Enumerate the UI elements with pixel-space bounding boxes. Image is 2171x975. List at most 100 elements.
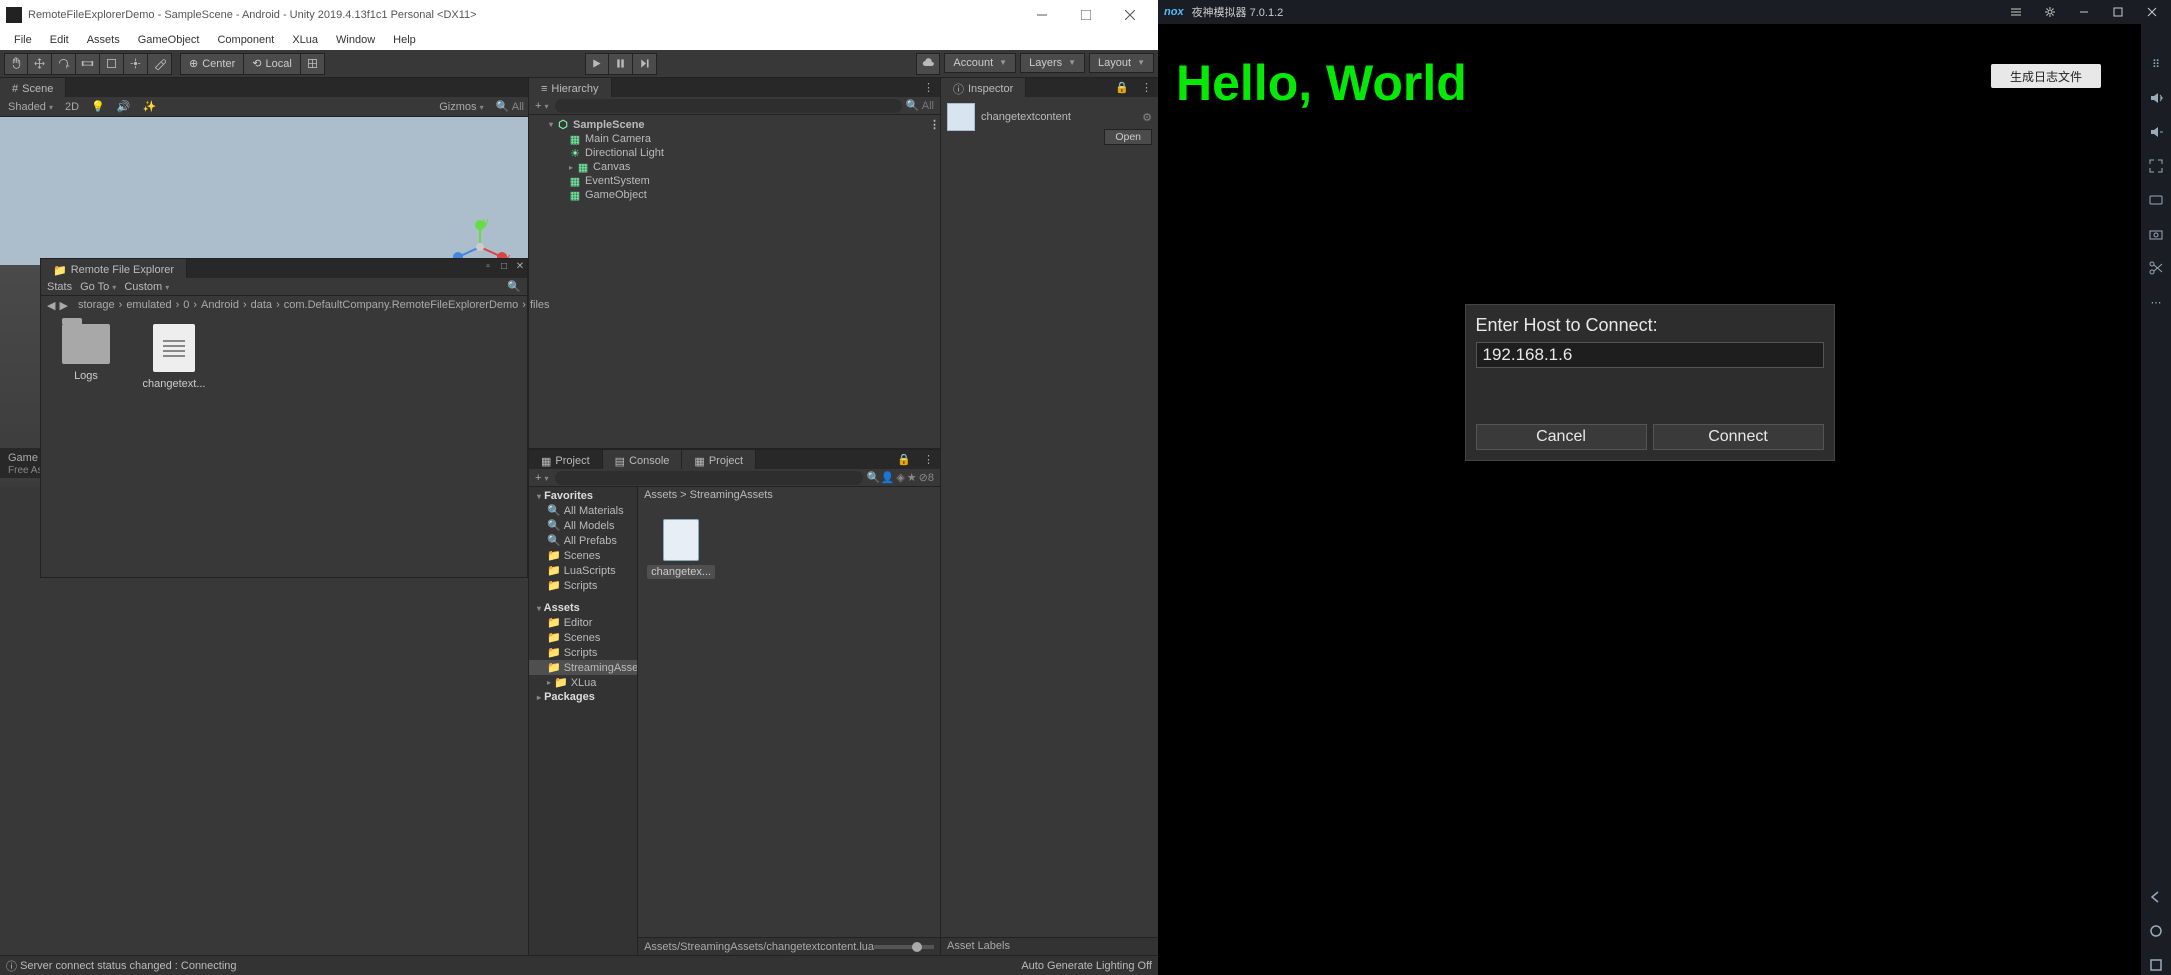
volume-down-icon[interactable] [2146,122,2166,142]
rect-tool[interactable] [100,53,124,75]
tab-rfe[interactable]: 📁 Remote File Explorer [41,259,187,278]
drag-icon[interactable]: ⠿ [2146,54,2166,74]
pivot-center[interactable]: ⊕Center [180,53,244,75]
layers-dropdown[interactable]: Layers▼ [1020,53,1085,73]
scissors-icon[interactable] [2146,258,2166,278]
scene-menu-icon[interactable]: ⋮ [929,118,940,131]
menu-window[interactable]: Window [328,32,383,48]
tab-project2[interactable]: ▦ Project [682,450,756,469]
menu-component[interactable]: Component [209,32,282,48]
grid-snap[interactable] [301,53,325,75]
play-button[interactable] [585,53,609,75]
tree-item[interactable]: 🔍 All Models [529,518,637,533]
account-dropdown[interactable]: Account▼ [944,53,1016,73]
project-breadcrumb[interactable]: Assets > StreamingAssets [638,487,940,505]
tree-item-selected[interactable]: 📁 StreamingAssets [529,660,637,675]
close-button[interactable] [1108,0,1152,30]
hierarchy-item[interactable]: ▸▦Canvas [529,160,940,174]
filter-type-icon[interactable]: ◈ [896,471,904,484]
lighting-status[interactable]: Auto Generate Lighting Off [1021,960,1152,972]
fullscreen-icon[interactable] [2146,156,2166,176]
tree-item[interactable]: 📁 Scripts [529,645,637,660]
packages-header[interactable]: ▸ Packages [529,690,637,704]
emulator-screen[interactable]: Hello, World 生成日志文件 Enter Host to Connec… [1158,24,2141,975]
transform-tool[interactable] [124,53,148,75]
tab-scene[interactable]: # Scene [0,78,66,97]
step-button[interactable] [633,53,657,75]
layout-dropdown[interactable]: Layout▼ [1089,53,1154,73]
rfe-dock-icon[interactable]: ▫ [481,259,495,273]
hierarchy-search[interactable] [555,99,902,113]
crumb[interactable]: files [530,299,550,311]
crumb[interactable]: data [251,299,272,311]
tab-inspector[interactable]: ⓘ Inspector [941,78,1026,97]
inspector-lock-icon[interactable]: 🔒 [1109,78,1135,97]
create-dropdown[interactable]: + ▾ [535,100,549,112]
crumb[interactable]: com.DefaultCompany.RemoteFileExplorerDem… [284,299,519,311]
nox-gear-icon[interactable] [2037,1,2063,23]
tree-item[interactable]: 📁 Scenes [529,548,637,563]
folder-item[interactable]: Logs [51,324,121,382]
asset-labels-header[interactable]: Asset Labels [941,937,1158,955]
crumb[interactable]: Android [201,299,239,311]
screenshot-icon[interactable] [2146,224,2166,244]
filter-icon[interactable]: 👤 [881,471,895,484]
project-lock-icon[interactable]: 🔒 [891,450,917,469]
nox-menu-icon[interactable] [2003,1,2029,23]
connect-button[interactable]: Connect [1653,424,1824,450]
tree-item[interactable]: 📁 Scripts [529,578,637,593]
assets-header[interactable]: ▾ Assets [529,601,637,615]
more-icon[interactable]: ⋯ [2146,292,2166,312]
hierarchy-item[interactable]: ▦Main Camera [529,132,940,146]
tree-item[interactable]: 🔍 All Prefabs [529,533,637,548]
filter-star-icon[interactable]: ★ [907,471,917,484]
project-menu-icon[interactable]: ⋮ [917,450,940,469]
hierarchy-item[interactable]: ▦GameObject [529,188,940,202]
open-button[interactable]: Open [1104,129,1152,145]
host-input[interactable] [1476,342,1824,368]
hierarchy-menu-icon[interactable]: ⋮ [917,78,940,97]
recent-icon[interactable] [2146,955,2166,975]
2d-toggle[interactable]: 2D [61,101,83,113]
light-icon[interactable]: 💡 [87,100,109,113]
rotate-tool[interactable] [52,53,76,75]
nox-close-icon[interactable] [2139,1,2165,23]
tree-item[interactable]: 🔍 All Materials [529,503,637,518]
hierarchy-item[interactable]: ▦EventSystem [529,174,940,188]
asset-item[interactable]: changetex... [652,519,710,579]
project-search[interactable] [555,471,863,485]
crumb[interactable]: emulated [126,299,171,311]
hand-tool[interactable] [4,53,28,75]
thumbnail-slider[interactable] [874,945,934,949]
tab-project[interactable]: ▦ Project [529,450,603,469]
rfe-custom[interactable]: Custom ▾ [124,281,169,293]
shading-mode[interactable]: Shaded ▾ [4,101,57,113]
menu-gameobject[interactable]: GameObject [130,32,208,48]
audio-icon[interactable]: 🔊 [113,100,135,113]
menu-xlua[interactable]: XLua [284,32,326,48]
maximize-button[interactable] [1064,0,1108,30]
tab-console[interactable]: ▤ Console [603,450,683,469]
volume-up-icon[interactable] [2146,88,2166,108]
crumb[interactable]: storage [78,299,115,311]
custom-tool[interactable] [148,53,172,75]
menu-help[interactable]: Help [385,32,424,48]
minimize-button[interactable] [1020,0,1064,30]
tree-item[interactable]: 📁 LuaScripts [529,563,637,578]
nox-maximize-icon[interactable] [2105,1,2131,23]
hidden-count[interactable]: ⊘8 [919,471,934,484]
pause-button[interactable] [609,53,633,75]
favorites-header[interactable]: ▾ Favorites [529,489,637,503]
rfe-goto[interactable]: Go To ▾ [80,281,116,293]
project-create[interactable]: + ▾ [535,472,549,484]
scale-tool[interactable] [76,53,100,75]
cancel-button[interactable]: Cancel [1476,424,1647,450]
hierarchy-scene[interactable]: ▾ ⬡SampleScene⋮ [529,117,940,132]
fx-icon[interactable]: ✨ [138,100,160,113]
keyboard-icon[interactable] [2146,190,2166,210]
tree-item[interactable]: ▸📁 XLua [529,675,637,690]
nav-back[interactable]: ◀ [47,299,55,312]
cloud-button[interactable] [916,53,940,75]
generate-log-button[interactable]: 生成日志文件 [1991,64,2101,88]
menu-file[interactable]: File [6,32,40,48]
